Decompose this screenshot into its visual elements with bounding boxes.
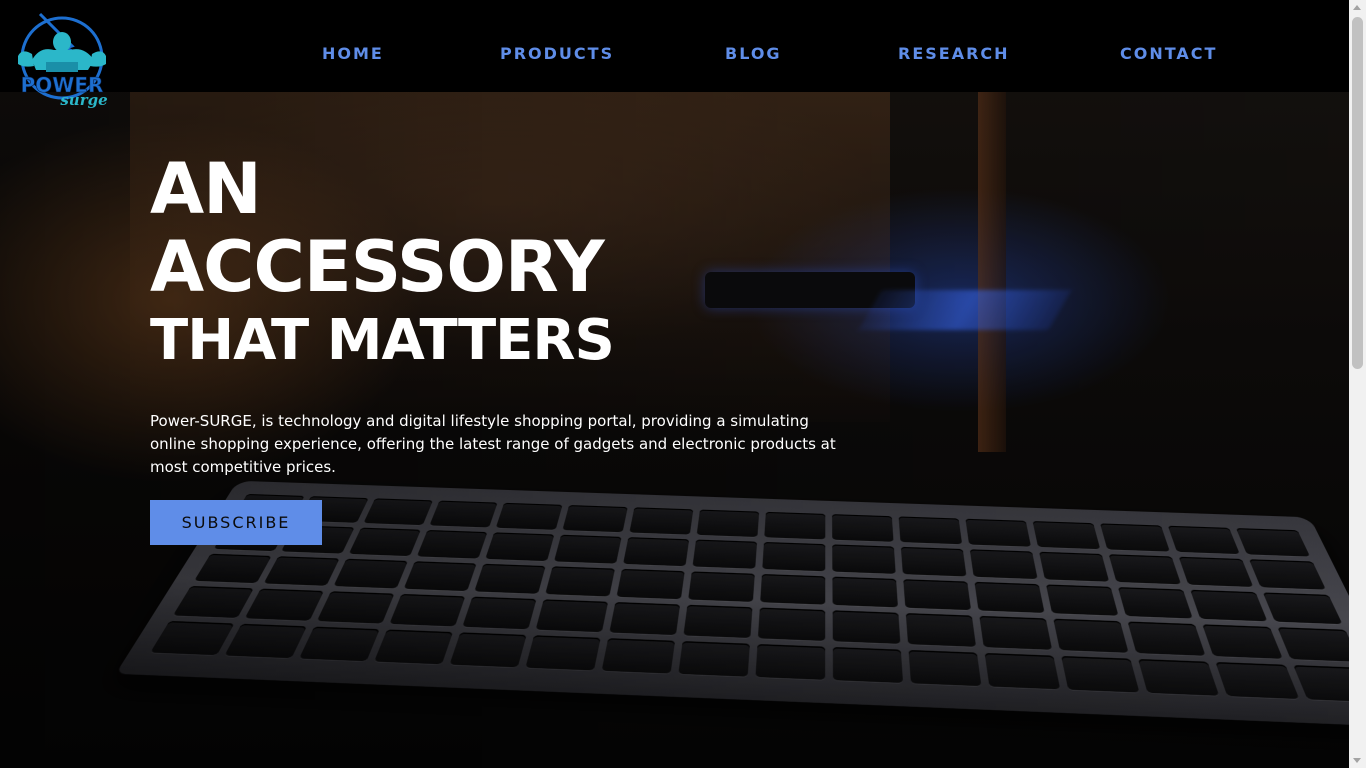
nav-research-link[interactable]: RESEARCH	[898, 44, 1010, 64]
nav-blog-link[interactable]: BLOG	[725, 44, 782, 64]
headline-line-2: ACCESSORY	[150, 226, 605, 308]
headline-line-3: THAT MATTERS	[150, 308, 615, 373]
brand-logo[interactable]: POWER surge	[10, 8, 114, 110]
hero-content: AN ACCESSORY THAT MATTERS Power-SURGE, i…	[150, 150, 850, 479]
scroll-up-arrow-icon[interactable]	[1353, 5, 1361, 10]
hero-description: Power-SURGE, is technology and digital l…	[150, 412, 836, 476]
hero-headline: AN ACCESSORY THAT MATTERS	[150, 150, 850, 376]
nav-contact-link[interactable]: CONTACT	[1120, 44, 1217, 64]
page-scrollbar[interactable]	[1349, 0, 1366, 768]
headline-line-1: AN	[150, 148, 262, 230]
nav-products-link[interactable]: PRODUCTS	[500, 44, 614, 64]
navbar: HOME PRODUCTS BLOG RESEARCH CONTACT	[0, 0, 1349, 92]
nav-home-link[interactable]: HOME	[322, 44, 384, 64]
power-surge-logo-icon: POWER surge	[18, 12, 108, 109]
main-nav: HOME PRODUCTS BLOG RESEARCH CONTACT	[0, 0, 1349, 92]
scroll-down-arrow-icon[interactable]	[1353, 758, 1361, 763]
scrollbar-thumb[interactable]	[1352, 17, 1363, 369]
logo-word-bottom: surge	[60, 91, 107, 109]
subscribe-button[interactable]: SUBSCRIBE	[150, 500, 322, 545]
